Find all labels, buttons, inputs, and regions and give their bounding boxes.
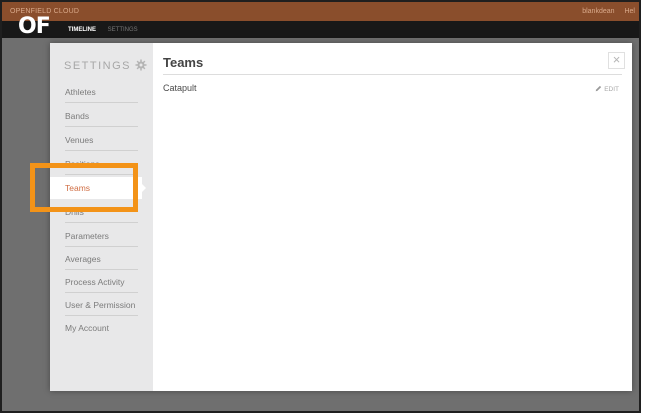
sidebar-item-venues[interactable]: Venues (50, 129, 153, 151)
sidebar-title: SETTINGS (64, 60, 132, 72)
pencil-icon (595, 85, 602, 92)
sidebar-item-my-account[interactable]: My Account (50, 317, 153, 339)
user-link[interactable]: blankdean (582, 8, 614, 15)
close-icon: × (612, 52, 621, 67)
divider (65, 222, 138, 223)
sidebar-item-label: User & Permission (65, 300, 136, 310)
nav-timeline[interactable]: TIMELINE (68, 27, 96, 33)
nav-settings[interactable]: SETTINGS (108, 27, 138, 33)
sidebar-item-label: Venues (65, 135, 94, 145)
close-button[interactable]: × (608, 52, 625, 69)
help-link[interactable]: Hel (624, 8, 635, 15)
sidebar-item-label: Parameters (65, 231, 109, 241)
sidebar-item-bands[interactable]: Bands (50, 105, 153, 127)
sidebar-item-label: Bands (65, 111, 90, 121)
app-window: OPENFIELD CLOUD blankdean Hel OF TIMELIN… (0, 0, 641, 413)
sidebar-item-label: Athletes (65, 87, 96, 97)
edit-label: EDIT (604, 86, 619, 93)
sidebar-item-parameters[interactable]: Parameters (50, 225, 153, 247)
page-title: Teams (163, 55, 204, 70)
sidebar-item-averages[interactable]: Averages (50, 248, 153, 270)
divider (163, 74, 622, 75)
user-links: blankdean Hel (574, 8, 635, 15)
divider (65, 126, 138, 127)
main-nav: TIMELINE SETTINGS (68, 27, 148, 33)
divider (65, 269, 138, 270)
divider (65, 102, 138, 103)
settings-modal: SETTINGS Athletes Bands Venues Positions… (50, 43, 632, 391)
sidebar-item-user-permission[interactable]: User & Permission (50, 294, 153, 316)
top-bar: OPENFIELD CLOUD blankdean Hel (2, 2, 639, 21)
edit-button[interactable]: EDIT (595, 85, 619, 93)
settings-content: Teams × Catapult EDIT (153, 43, 632, 391)
sidebar-item-label: Averages (65, 254, 101, 264)
divider (65, 315, 138, 316)
sidebar-item-label: My Account (65, 323, 109, 333)
divider (65, 246, 138, 247)
sidebar-item-label: Process Activity (65, 277, 125, 287)
highlight-annotation (30, 163, 138, 212)
sidebar-item-process-activity[interactable]: Process Activity (50, 271, 153, 293)
sidebar-item-athletes[interactable]: Athletes (50, 81, 153, 103)
list-item: Catapult EDIT (163, 83, 622, 97)
settings-sidebar: SETTINGS Athletes Bands Venues Positions… (50, 43, 153, 391)
divider (65, 150, 138, 151)
team-name: Catapult (163, 83, 197, 93)
app-logo[interactable]: OF (18, 14, 51, 39)
divider (65, 292, 138, 293)
gear-icon (135, 59, 147, 71)
